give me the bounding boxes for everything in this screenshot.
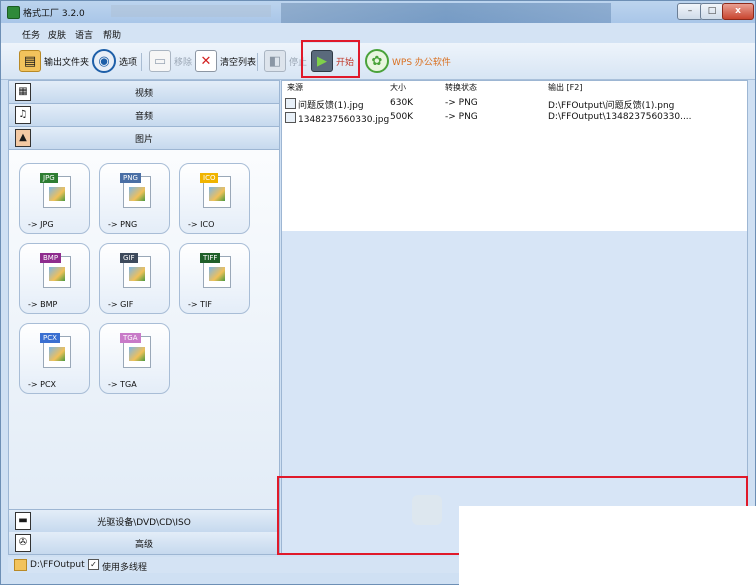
close-button[interactable]: x: [722, 3, 754, 20]
remove-button[interactable]: ▭ 移除: [149, 50, 192, 72]
category-advanced[interactable]: ✇ 高级: [9, 532, 279, 555]
stop-icon: ◧: [264, 50, 286, 72]
menu-skin[interactable]: 皮肤: [48, 28, 66, 41]
format-tile-jpg[interactable]: JPG -> JPG: [19, 163, 90, 234]
picture-icon: [129, 347, 145, 361]
image-file-icon: [285, 112, 296, 123]
multithread-checkbox[interactable]: ✓: [88, 559, 99, 570]
format-badge: PNG: [120, 173, 141, 183]
file-status: -> PNG: [445, 98, 478, 108]
format-label: -> TIF: [188, 300, 212, 309]
column-size[interactable]: 大小: [390, 82, 406, 93]
window-title: 格式工厂 3.2.0: [23, 9, 85, 19]
file-status: -> PNG: [445, 112, 478, 122]
clear-icon: ✕: [195, 50, 217, 72]
wps-office-button[interactable]: ✿ WPS 办公软件: [365, 49, 451, 73]
format-tile-tga[interactable]: TGA -> TGA: [99, 323, 170, 394]
format-badge: TGA: [120, 333, 141, 343]
remove-icon: ▭: [149, 50, 171, 72]
category-optical-drive[interactable]: ▬ 光驱设备\DVD\CD\ISO: [9, 509, 279, 533]
blurred-background-window: [111, 5, 271, 17]
format-badge: ICO: [200, 173, 219, 183]
menu-task[interactable]: 任务: [22, 28, 40, 41]
format-tile-gif[interactable]: GIF -> GIF: [99, 243, 170, 314]
wps-icon: ✿: [365, 49, 389, 73]
title-bar: 格式工厂 3.2.0 – □ x: [1, 1, 755, 23]
document-icon: BMP: [40, 253, 71, 288]
picture-icon: [129, 187, 145, 201]
options-icon: ◉: [92, 49, 116, 73]
document-icon: ICO: [200, 173, 231, 208]
output-path: D:\FFOutput: [30, 560, 85, 570]
zoomed-start-icon: [412, 495, 442, 525]
document-icon: PNG: [120, 173, 151, 208]
menu-language[interactable]: 语言: [75, 28, 93, 41]
image-file-icon: [285, 98, 296, 109]
menu-help[interactable]: 帮助: [103, 28, 121, 41]
toolbar-separator: [141, 53, 142, 71]
folder-icon: ▤: [19, 50, 41, 72]
column-status[interactable]: 转换状态: [445, 82, 477, 93]
format-label: -> TGA: [108, 380, 137, 389]
table-row[interactable]: 1348237560330.jpg: [285, 112, 389, 125]
column-source[interactable]: 来源: [287, 82, 303, 93]
format-tile-bmp[interactable]: BMP -> BMP: [19, 243, 90, 314]
category-video[interactable]: ▦ 视频: [9, 81, 279, 104]
toolbar-separator: [257, 53, 258, 71]
format-tile-ico[interactable]: ICO -> ICO: [179, 163, 250, 234]
maximize-button[interactable]: □: [700, 3, 724, 20]
file-output: D:\FFOutput\1348237560330....: [548, 112, 692, 122]
format-badge: BMP: [40, 253, 62, 263]
format-label: -> ICO: [188, 220, 215, 229]
format-label: -> BMP: [28, 300, 58, 309]
format-badge: JPG: [40, 173, 58, 183]
multithread-label: 使用多线程: [102, 563, 148, 573]
format-badge: GIF: [120, 253, 138, 263]
app-icon: [7, 6, 20, 19]
format-tile-tiff[interactable]: TIFF -> TIF: [179, 243, 250, 314]
output-folder-button[interactable]: ▤ 输出文件夹: [19, 50, 89, 72]
toolbar: ▤ 输出文件夹 ◉ 选项 ▭ 移除 ✕ 清空列表 ◧ 停止 ▶ 开始 ✿ WPS…: [1, 43, 755, 80]
document-icon: TGA: [120, 333, 151, 368]
start-highlight-box: [301, 40, 360, 78]
category-image[interactable]: ▲ 图片: [9, 127, 279, 150]
clear-list-button[interactable]: ✕ 清空列表: [195, 50, 256, 72]
format-badge: TIFF: [200, 253, 221, 263]
format-label: -> PNG: [108, 220, 138, 229]
picture-icon: [49, 187, 65, 201]
format-label: -> GIF: [108, 300, 134, 309]
picture-icon: [129, 267, 145, 281]
menu-bar: 任务 皮肤 语言 帮助: [1, 23, 755, 43]
picture-icon: [49, 347, 65, 361]
column-output[interactable]: 输出 [F2]: [548, 82, 582, 93]
format-label: -> JPG: [28, 220, 54, 229]
options-button[interactable]: ◉ 选项: [92, 49, 137, 73]
file-size: 500K: [390, 112, 414, 122]
document-icon: GIF: [120, 253, 151, 288]
document-icon: JPG: [40, 173, 71, 208]
task-list: 来源 大小 转换状态 输出 [F2] 问题反馈(1).jpg 630K -> P…: [282, 81, 747, 231]
format-tile-png[interactable]: PNG -> PNG: [99, 163, 170, 234]
picture-icon: [209, 267, 225, 281]
format-tile-pcx[interactable]: PCX -> PCX: [19, 323, 90, 394]
picture-icon: [49, 267, 65, 281]
folder-icon[interactable]: [14, 559, 27, 571]
format-badge: PCX: [40, 333, 60, 343]
blurred-background-window: [281, 3, 611, 23]
table-row[interactable]: 问题反馈(1).jpg: [285, 98, 364, 111]
picture-icon: [209, 187, 225, 201]
document-icon: PCX: [40, 333, 71, 368]
cropped-area: [459, 506, 756, 585]
category-audio[interactable]: ♫ 音频: [9, 104, 279, 127]
document-icon: TIFF: [200, 253, 231, 288]
file-output: D:\FFOutput\问题反馈(1).png: [548, 101, 675, 111]
file-size: 630K: [390, 98, 414, 108]
category-panel: ▦ 视频 ♫ 音频 ▲ 图片 JPG -> JPG PNG -> PNG ICO -> I…: [8, 80, 280, 555]
format-label: -> PCX: [28, 380, 57, 389]
